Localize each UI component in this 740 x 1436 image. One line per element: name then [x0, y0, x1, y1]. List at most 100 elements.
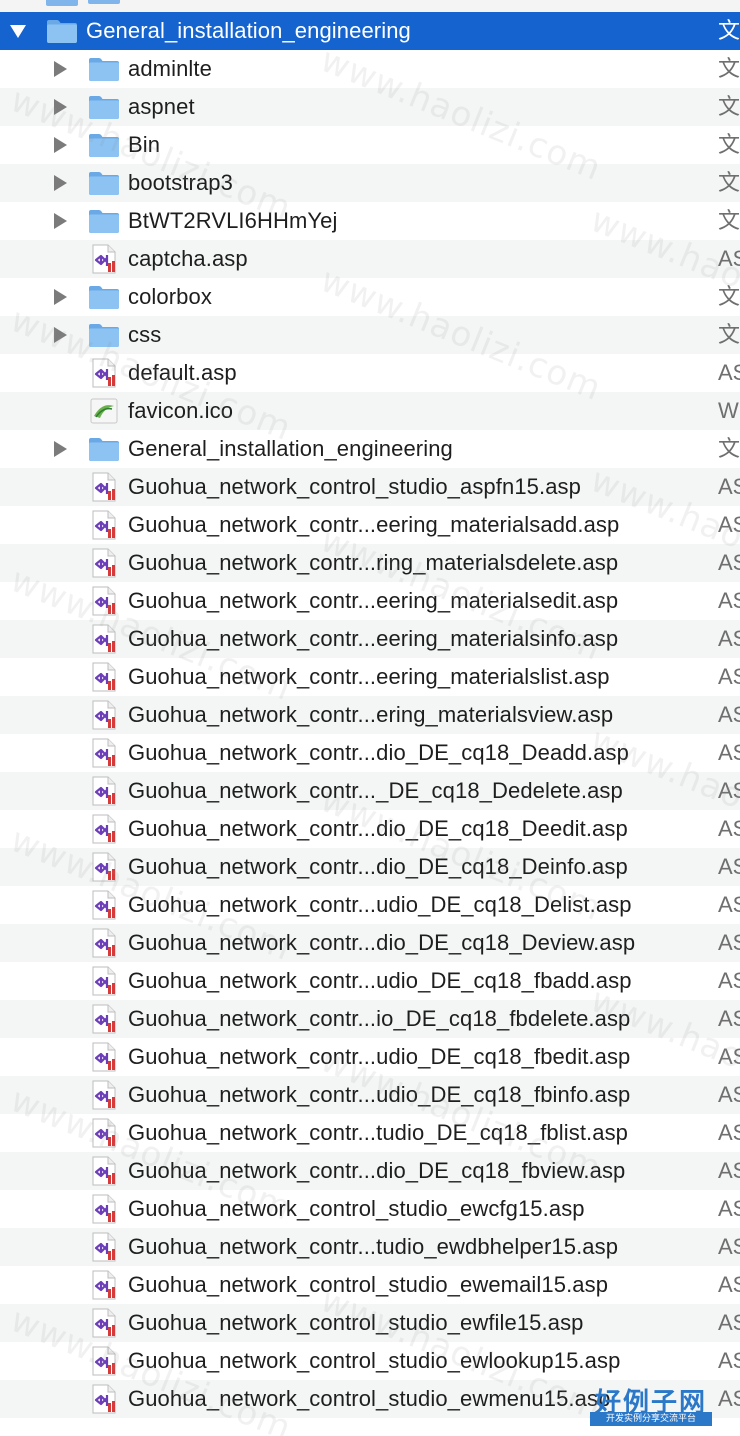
- file-row[interactable]: Guohua_network_contr...dio_DE_cq18_Deadd…: [0, 734, 740, 772]
- file-row[interactable]: Guohua_network_contr...tudio_ewdbhelper1…: [0, 1228, 740, 1266]
- file-row[interactable]: Guohua_network_contr...eering_materialse…: [0, 582, 740, 620]
- file-list: General_installation_engineering 文 adminlt…: [0, 12, 740, 1418]
- item-kind: AS: [718, 550, 740, 575]
- file-row[interactable]: Guohua_network_contr...dio_DE_cq18_Deinf…: [0, 848, 740, 886]
- item-name: Guohua_network_contr...udio_DE_cq18_fbad…: [128, 968, 632, 993]
- item-kind: AS: [718, 892, 740, 917]
- item-kind: AS: [718, 1196, 740, 1221]
- item-kind: AS: [718, 626, 740, 651]
- folder-icon: [88, 50, 120, 88]
- file-row[interactable]: Guohua_network_contr...io_DE_cq18_fbdele…: [0, 1000, 740, 1038]
- file-row[interactable]: Guohua_network_contr...ering_materialsvi…: [0, 696, 740, 734]
- file-row[interactable]: Guohua_network_control_studio_ewcfg15.as…: [0, 1190, 740, 1228]
- asp-file-icon: [88, 582, 120, 620]
- item-kind: 文: [718, 208, 740, 233]
- item-kind: AS: [718, 1310, 740, 1335]
- folder-icon: [46, 0, 78, 6]
- file-row[interactable]: Guohua_network_contr...tudio_DE_cq18_fbl…: [0, 1114, 740, 1152]
- file-row[interactable]: captcha.asp AS: [0, 240, 740, 278]
- file-row[interactable]: Guohua_network_contr...udio_DE_cq18_fbad…: [0, 962, 740, 1000]
- item-kind: AS: [718, 1044, 740, 1069]
- file-row[interactable]: Guohua_network_control_studio_ewfile15.a…: [0, 1304, 740, 1342]
- folder-row[interactable]: General_installation_engineering 文: [0, 430, 740, 468]
- item-name: Guohua_network_contr...eering_materialsa…: [128, 512, 620, 537]
- asp-file-icon: [88, 848, 120, 886]
- folder-row[interactable]: css 文: [0, 316, 740, 354]
- asp-file-icon: [88, 886, 120, 924]
- item-kind: AS: [718, 740, 740, 765]
- file-row[interactable]: Guohua_network_contr...udio_DE_cq18_fbed…: [0, 1038, 740, 1076]
- folder-icon: [88, 202, 120, 240]
- item-name: Guohua_network_contr...udio_DE_cq18_fbed…: [128, 1044, 631, 1069]
- disclosure-collapsed-icon[interactable]: [50, 430, 70, 468]
- folder-row[interactable]: colorbox 文: [0, 278, 740, 316]
- item-kind: AS: [718, 1386, 740, 1411]
- item-kind: AS: [718, 246, 740, 271]
- item-name: Guohua_network_contr...dio_DE_cq18_fbvie…: [128, 1158, 626, 1183]
- file-row[interactable]: Guohua_network_control_studio_ewlookup15…: [0, 1342, 740, 1380]
- file-row[interactable]: Guohua_network_contr...dio_DE_cq18_fbvie…: [0, 1152, 740, 1190]
- folder-row[interactable]: aspnet 文: [0, 88, 740, 126]
- disclosure-collapsed-icon[interactable]: [50, 126, 70, 164]
- file-row[interactable]: Guohua_network_contr..._DE_cq18_Dedelete…: [0, 772, 740, 810]
- item-name: colorbox: [128, 284, 212, 309]
- file-row[interactable]: Guohua_network_contr...ring_materialsdel…: [0, 544, 740, 582]
- item-name: css: [128, 322, 162, 347]
- item-kind: AS: [718, 1120, 740, 1145]
- item-kind: AS: [718, 1082, 740, 1107]
- item-name: Guohua_network_contr...dio_DE_cq18_Deinf…: [128, 854, 628, 879]
- asp-file-icon: [88, 506, 120, 544]
- item-kind: AS: [718, 474, 740, 499]
- disclosure-collapsed-icon[interactable]: [50, 50, 70, 88]
- asp-file-icon: [88, 240, 120, 278]
- item-kind: AS: [718, 1272, 740, 1297]
- folder-icon: [88, 0, 120, 4]
- file-row[interactable]: Guohua_network_control_studio_ewemail15.…: [0, 1266, 740, 1304]
- item-name: Guohua_network_contr...tudio_DE_cq18_fbl…: [128, 1120, 629, 1145]
- item-name: Guohua_network_contr...io_DE_cq18_fbdele…: [128, 1006, 631, 1031]
- folder-row[interactable]: bootstrap3 文: [0, 164, 740, 202]
- watermark-logo-subtitle: 开发实例分享交流平台: [590, 1412, 712, 1426]
- item-name: captcha.asp: [128, 246, 248, 271]
- item-kind: 文: [718, 18, 740, 43]
- item-name: Guohua_network_contr...dio_DE_cq18_Deedi…: [128, 816, 628, 841]
- file-row[interactable]: Guohua_network_contr...dio_DE_cq18_Devie…: [0, 924, 740, 962]
- item-name: Guohua_network_contr...dio_DE_cq18_Devie…: [128, 930, 636, 955]
- item-name: Guohua_network_contr...eering_materialse…: [128, 588, 619, 613]
- item-kind: 文: [718, 170, 740, 195]
- disclosure-expanded-icon[interactable]: [8, 12, 28, 50]
- file-row[interactable]: Guohua_network_contr...eering_materialsl…: [0, 658, 740, 696]
- file-row[interactable]: favicon.ico W: [0, 392, 740, 430]
- item-name: General_installation_engineering: [86, 18, 411, 43]
- file-row[interactable]: Guohua_network_contr...udio_DE_cq18_Deli…: [0, 886, 740, 924]
- finder-list-view: General_installation_engineering 文 adminlt…: [0, 0, 740, 1436]
- watermark-logo: 好例子网 开发实例分享交流平台: [590, 1382, 712, 1428]
- disclosure-collapsed-icon[interactable]: [50, 164, 70, 202]
- folder-row[interactable]: General_installation_engineering 文: [0, 12, 740, 50]
- item-kind: W: [718, 398, 739, 423]
- asp-file-icon: [88, 962, 120, 1000]
- file-row[interactable]: Guohua_network_control_studio_aspfn15.as…: [0, 468, 740, 506]
- disclosure-collapsed-icon[interactable]: [50, 202, 70, 240]
- file-row[interactable]: Guohua_network_contr...eering_materialsi…: [0, 620, 740, 658]
- file-row[interactable]: Guohua_network_contr...udio_DE_cq18_fbin…: [0, 1076, 740, 1114]
- folder-row[interactable]: BtWT2RVLI6HHmYej 文: [0, 202, 740, 240]
- disclosure-collapsed-icon[interactable]: [50, 278, 70, 316]
- item-kind: AS: [718, 664, 740, 689]
- file-row[interactable]: Guohua_network_contr...dio_DE_cq18_Deedi…: [0, 810, 740, 848]
- file-row[interactable]: default.asp AS: [0, 354, 740, 392]
- folder-row[interactable]: Bin 文: [0, 126, 740, 164]
- asp-file-icon: [88, 924, 120, 962]
- item-name: Guohua_network_contr...eering_materialsi…: [128, 626, 619, 651]
- asp-file-icon: [88, 1076, 120, 1114]
- item-name: Guohua_network_control_studio_ewcfg15.as…: [128, 1196, 585, 1221]
- asp-file-icon: [88, 658, 120, 696]
- disclosure-collapsed-icon[interactable]: [50, 316, 70, 354]
- folder-row[interactable]: adminlte 文: [0, 50, 740, 88]
- folder-icon: [88, 316, 120, 354]
- asp-file-icon: [88, 1342, 120, 1380]
- file-row[interactable]: Guohua_network_contr...eering_materialsa…: [0, 506, 740, 544]
- disclosure-collapsed-icon[interactable]: [50, 88, 70, 126]
- asp-file-icon: [88, 810, 120, 848]
- item-kind: 文: [718, 284, 740, 309]
